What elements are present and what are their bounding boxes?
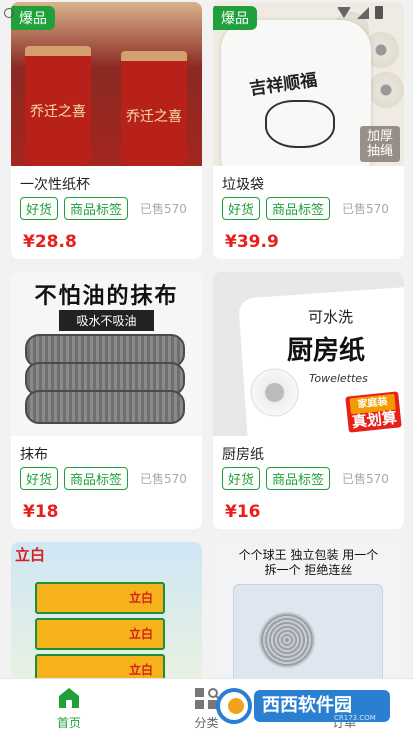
image-subtitle: 吸水不吸油 [59,310,154,331]
bag-shape: 吉祥顺福 [221,20,371,166]
image-text: 立白 [128,591,153,605]
product-price: ¥39.9 [225,232,279,252]
product-image[interactable]: 立白 立白 立白 立白 [11,542,202,682]
roll-shape [368,72,404,108]
product-card[interactable]: 不怕油的抹布 吸水不吸油 抹布 好货 商品标签 已售570 ¥18 [11,272,202,529]
soap-box-shape: 立白 [35,582,165,614]
product-card[interactable]: 吉祥顺福 爆品 加厚 抽绳 垃圾袋 好货 商品标签 已售570 ¥39.9 [213,2,404,259]
soap-box-shape: 立白 [35,618,165,650]
image-text: 立白 [128,627,153,641]
product-image[interactable]: 乔迁之喜 乔迁之喜 爆品 [11,2,202,166]
roll-core [249,366,301,419]
tag-good: 好货 [222,467,261,490]
brand-logo: 立白 [15,546,46,564]
sold-count: 已售570 [342,472,389,486]
image-text: 乔迁之喜 [126,109,182,125]
image-text: 立白 [128,663,153,677]
product-name[interactable]: 抹布 [20,444,48,464]
image-text: Towelettes [309,372,368,385]
product-price: ¥18 [23,502,59,522]
image-text: 乔迁之喜 [30,104,86,120]
product-price: ¥28.8 [23,232,77,252]
status-indicator-icon [4,8,14,18]
sold-count: 已售570 [342,202,389,216]
battery-icon [375,6,383,19]
tag-label: 商品标签 [64,467,129,490]
product-tags: 好货 商品标签 已售570 [20,197,187,220]
product-image[interactable]: 不怕油的抹布 吸水不吸油 [11,272,202,436]
tab-label: 首页 [56,716,81,730]
product-price: ¥16 [225,502,261,522]
product-tags: 好货 商品标签 已售570 [222,467,389,490]
tag-label: 商品标签 [64,197,129,220]
signal-icon [357,6,369,19]
image-badge: 加厚 抽绳 [360,126,400,162]
product-tags: 好货 商品标签 已售570 [222,197,389,220]
sold-count: 已售570 [140,472,187,486]
cloth-shape [25,390,185,424]
tag-good: 好货 [20,197,59,220]
sold-count: 已售570 [140,202,187,216]
wifi-icon [337,7,351,18]
status-bar [0,0,413,26]
watermark-logo: 西西软件园 CR173.COM [216,688,390,724]
image-header: 个个球王 独立包装 用一个拆一个 拒绝连丝 [238,548,379,577]
image-text: 厨房纸 [287,336,366,366]
product-name[interactable]: 厨房纸 [222,444,264,464]
steel-ball-shape [259,612,315,668]
image-text: 吉祥顺福 [248,70,319,100]
tag-good: 好货 [222,197,261,220]
product-card[interactable]: 可水洗 厨房纸 Towelettes 家庭装 真划算 厨房纸 好货 商品标签 已… [213,272,404,529]
deal-badge: 家庭装 真划算 [345,391,402,433]
home-icon [58,688,79,708]
product-image[interactable]: 个个球王 独立包装 用一个拆一个 拒绝连丝 [213,542,404,682]
svg-text:CR173.COM: CR173.COM [334,714,376,722]
tag-label: 商品标签 [266,467,331,490]
cup-shape: 乔迁之喜 [121,51,187,166]
cup-shape: 乔迁之喜 [25,46,91,166]
bear-illustration [265,100,335,148]
svg-text:西西软件园: 西西软件园 [262,694,352,716]
deal-badge-text: 真划算 [351,408,398,432]
product-card[interactable]: 乔迁之喜 乔迁之喜 爆品 一次性纸杯 好货 商品标签 已售570 ¥28.8 [11,2,202,259]
product-name[interactable]: 垃圾袋 [222,174,264,194]
product-image[interactable]: 吉祥顺福 爆品 加厚 抽绳 [213,2,404,166]
status-icons [337,6,383,19]
image-text: 可水洗 [308,308,354,326]
image-title: 不怕油的抹布 [34,284,179,309]
product-image[interactable]: 可水洗 厨房纸 Towelettes 家庭装 真划算 [213,272,404,436]
product-card[interactable]: 个个球王 独立包装 用一个拆一个 拒绝连丝 [213,542,404,682]
tag-label: 商品标签 [266,197,331,220]
tag-good: 好货 [20,467,59,490]
product-tags: 好货 商品标签 已售570 [20,467,187,490]
product-name[interactable]: 一次性纸杯 [20,174,90,194]
tab-home[interactable]: 首页 [0,679,138,734]
product-card[interactable]: 立白 立白 立白 立白 [11,542,202,682]
